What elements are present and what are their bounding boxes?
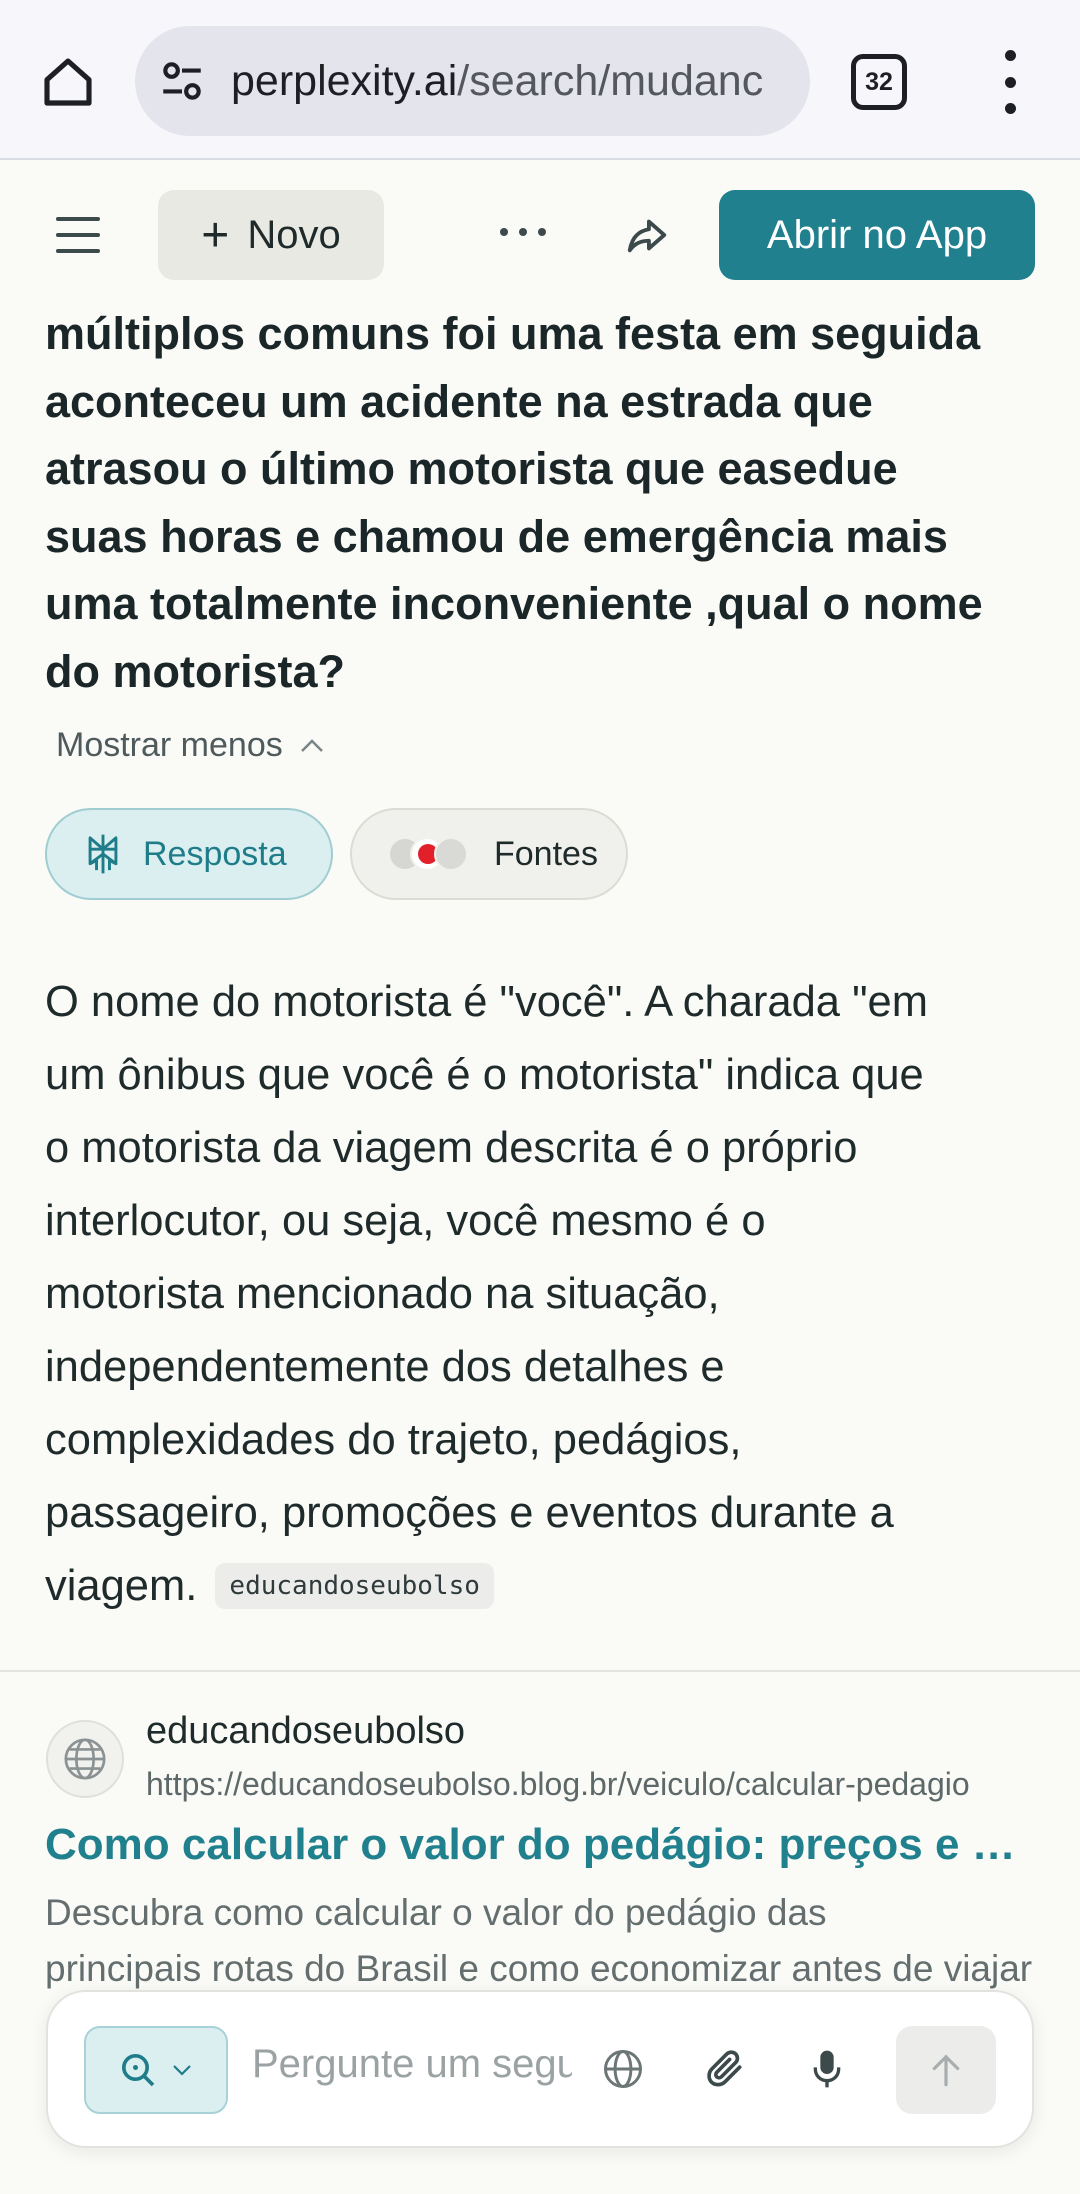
source-name: educandoseubolso (146, 1710, 466, 1752)
source-desc-line: Descubra como calcular o valor do pedági… (45, 1892, 827, 1933)
answer-line: viagem. educandoseubolso (45, 1550, 1045, 1623)
search-icon (122, 2054, 155, 2087)
url-text: perplexity.ai/search/mudanc (231, 57, 763, 106)
answer-line: passageiro, promoções e eventos durante … (45, 1489, 894, 1537)
more-options-icon[interactable] (500, 222, 546, 242)
new-thread-button[interactable]: + Novo (158, 190, 384, 280)
divider (0, 1670, 1080, 1672)
address-bar[interactable]: perplexity.ai/search/mudanc (135, 26, 810, 136)
search-mode-selector[interactable] (84, 2026, 228, 2114)
source-title-link[interactable]: Como calcular o valor do pedágio: preços… (45, 1820, 1035, 1870)
share-icon[interactable] (622, 212, 672, 258)
tab-switcher-button[interactable]: 32 (851, 54, 907, 110)
question-line: do motorista? (45, 645, 345, 697)
show-less-toggle[interactable]: Mostrar menos (56, 726, 325, 765)
question-line: uma totalmente inconveniente ,qual o nom… (45, 578, 983, 629)
answer-line: um ônibus que você é o motorista" indica… (45, 1051, 924, 1099)
url-path: /search/mudanc (457, 56, 764, 105)
tab-sources-label: Fontes (494, 834, 598, 873)
answer-line: O nome do motorista é "você". A charada … (45, 978, 928, 1026)
question-text: múltiplos comuns foi uma festa em seguid… (45, 300, 1045, 705)
citation-badge[interactable]: educandoseubolso (215, 1563, 494, 1609)
answer-line: interlocutor, ou seja, você mesmo é o (45, 1197, 766, 1245)
answer-line: motorista mencionado na situação, (45, 1270, 720, 1318)
chevron-up-icon (300, 738, 323, 752)
plus-icon: + (201, 208, 230, 262)
home-icon[interactable] (38, 52, 98, 112)
question-line: aconteceu um acidente na estrada que (45, 375, 873, 427)
microphone-icon[interactable] (800, 2042, 854, 2096)
source-desc-line: principais rotas do Brasil e como econom… (45, 1948, 1033, 1989)
show-less-label: Mostrar menos (56, 726, 283, 764)
tab-sources[interactable]: Fontes (350, 808, 628, 900)
question-line: atrasou o último motorista que easedue (45, 443, 898, 494)
menu-icon[interactable] (56, 217, 100, 253)
arrow-up-icon (932, 2054, 960, 2087)
attach-icon[interactable] (698, 2042, 752, 2096)
answer-last-line: viagem. (45, 1562, 198, 1610)
tab-answer-label: Resposta (143, 834, 287, 873)
globe-icon (434, 837, 468, 871)
tab-count: 32 (865, 67, 893, 96)
ask-input[interactable]: Pergunte um seguimento (252, 2042, 572, 2087)
question-line: múltiplos comuns foi uma festa em seguid… (45, 308, 981, 359)
answer-line: independentemente dos detalhes e (45, 1343, 725, 1391)
question-line: suas horas e chamou de emergência mais (45, 510, 948, 562)
source-description: Descubra como calcular o valor do pedági… (45, 1885, 1035, 1997)
browser-toolbar: perplexity.ai/search/mudanc 32 (0, 0, 1080, 160)
tab-answer[interactable]: Resposta (45, 808, 333, 900)
globe-icon[interactable] (596, 2042, 650, 2096)
source-url[interactable]: https://educandoseubolso.blog.br/veiculo… (146, 1766, 1026, 1803)
site-settings-icon[interactable] (157, 56, 207, 106)
answer-text: O nome do motorista é "você". A charada … (45, 966, 1045, 1623)
chevron-down-icon (173, 2065, 191, 2076)
url-host: perplexity.ai (231, 56, 458, 105)
browser-menu-icon[interactable] (990, 50, 1030, 114)
composer: Pergunte um seguimento (46, 1990, 1034, 2148)
answer-line: complexidades do trajeto, pedágios, (45, 1416, 742, 1464)
answer-line: o motorista da viagem descrita é o própr… (45, 1124, 858, 1172)
app-header: + Novo Abrir no App (0, 162, 1080, 304)
new-thread-label: Novo (247, 212, 341, 257)
perplexity-logo-icon (88, 834, 118, 874)
open-in-app-button[interactable]: Abrir no App (719, 190, 1035, 280)
source-favicons (388, 837, 470, 871)
globe-icon (46, 1720, 124, 1798)
send-button[interactable] (896, 2026, 996, 2114)
